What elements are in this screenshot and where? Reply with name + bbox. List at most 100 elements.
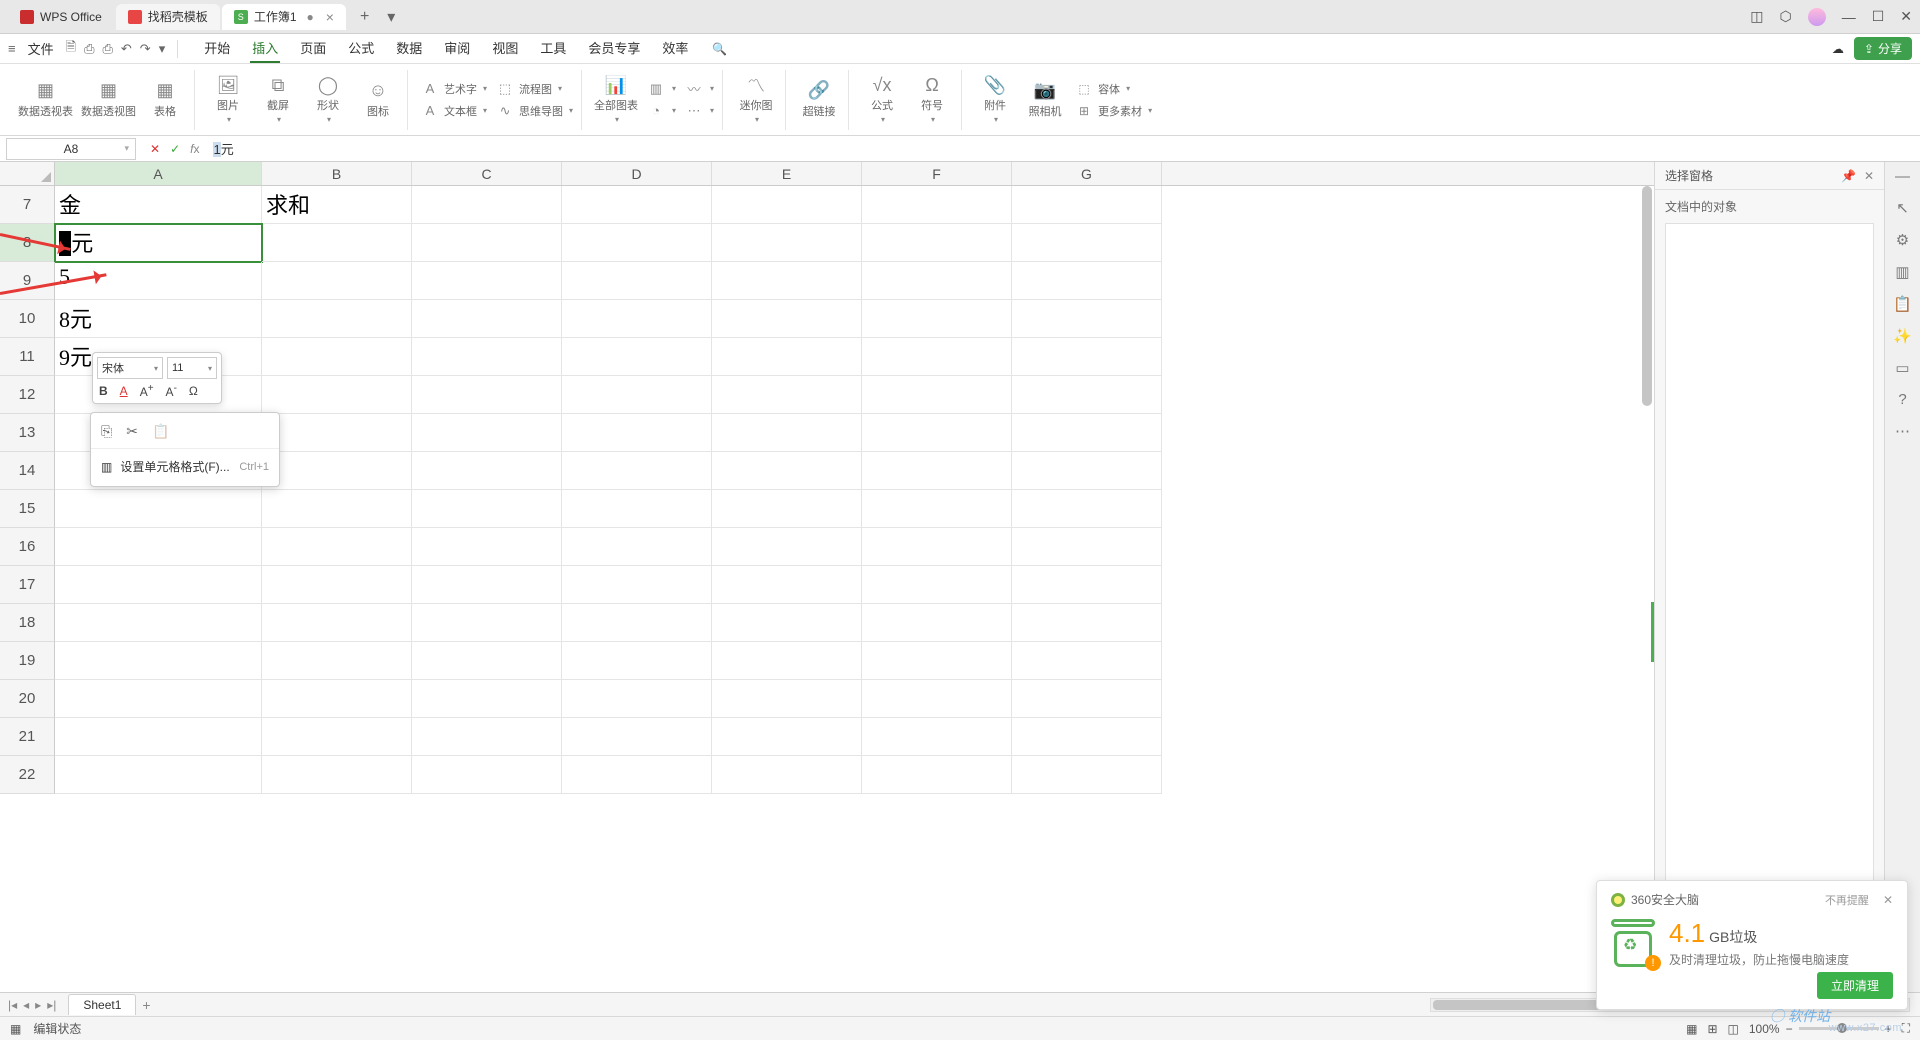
- mindmap-button[interactable]: ∿思维导图: [495, 101, 573, 121]
- confirm-edit-icon[interactable]: ✓: [170, 142, 180, 156]
- more-tool-icon[interactable]: ⋯: [1895, 422, 1910, 440]
- layout-icon[interactable]: ◫: [1750, 8, 1763, 25]
- camera-button[interactable]: 📷照相机: [1024, 81, 1066, 119]
- equation-button[interactable]: √x公式: [861, 75, 903, 124]
- pivot-table-button[interactable]: ▦数据透视表: [18, 81, 73, 119]
- copy-icon[interactable]: ⎘: [101, 423, 112, 440]
- cell-a10[interactable]: 8元: [55, 300, 262, 338]
- minimize-button[interactable]: —: [1842, 9, 1856, 25]
- object-button[interactable]: ⬚容体: [1074, 79, 1152, 99]
- cell-b7[interactable]: 求和: [262, 186, 412, 224]
- sheet-prev-icon[interactable]: ◂: [23, 998, 29, 1012]
- shapes-button[interactable]: ◯形状: [307, 75, 349, 124]
- col-header-e[interactable]: E: [712, 162, 862, 185]
- add-sheet-button[interactable]: +: [142, 997, 150, 1013]
- maximize-button[interactable]: ☐: [1872, 8, 1885, 25]
- chart-bar-icon[interactable]: ▥: [646, 79, 676, 99]
- sheet-first-icon[interactable]: |◂: [8, 998, 17, 1012]
- row-header[interactable]: 7: [0, 186, 55, 224]
- cell-a9[interactable]: 5: [55, 262, 262, 300]
- print-icon[interactable]: ⎙: [84, 41, 94, 57]
- popup-close-icon[interactable]: ✕: [1883, 893, 1893, 907]
- format-cells-item[interactable]: ▥ 设置单元格格式(F)... Ctrl+1: [91, 453, 279, 480]
- view-normal-icon[interactable]: ▦: [1686, 1022, 1697, 1036]
- tab-start[interactable]: 开始: [202, 34, 232, 63]
- col-header-a[interactable]: A: [55, 162, 262, 185]
- attachment-button[interactable]: 📎附件: [974, 75, 1016, 124]
- hyperlink-button[interactable]: 🔗超链接: [798, 81, 840, 119]
- font-color-button[interactable]: A: [118, 384, 130, 398]
- cube-icon[interactable]: ⬡: [1779, 8, 1791, 25]
- shrink-font-button[interactable]: A-: [164, 383, 179, 399]
- screenshot-button[interactable]: ⧉截屏: [257, 75, 299, 124]
- fullscreen-icon[interactable]: ⛶: [1902, 1021, 1910, 1036]
- tab-template[interactable]: 找稻壳模板: [116, 4, 220, 30]
- tab-view[interactable]: 视图: [490, 34, 520, 63]
- textbox-button[interactable]: A文本框: [420, 101, 487, 121]
- cancel-edit-icon[interactable]: ✕: [150, 142, 160, 156]
- tab-member[interactable]: 会员专享: [586, 34, 642, 63]
- tab-efficiency[interactable]: 效率: [660, 34, 690, 63]
- print-preview-icon[interactable]: ⎙: [102, 41, 112, 57]
- tab-wps-home[interactable]: WPS Office: [8, 4, 114, 30]
- pin-icon[interactable]: 📌: [1841, 169, 1856, 183]
- selection-pane-list[interactable]: [1665, 223, 1874, 992]
- all-charts-button[interactable]: 📊全部图表: [594, 75, 638, 124]
- name-box[interactable]: A8: [6, 138, 136, 160]
- view-page-icon[interactable]: ⊞: [1707, 1022, 1717, 1036]
- save-icon[interactable]: 🗎: [66, 38, 76, 60]
- settings-tool-icon[interactable]: ⚙: [1896, 231, 1909, 249]
- close-pane-icon[interactable]: ✕: [1864, 169, 1874, 183]
- col-header-b[interactable]: B: [262, 162, 412, 185]
- fx-icon[interactable]: fx: [190, 142, 199, 156]
- font-size-select[interactable]: 11: [167, 357, 217, 379]
- col-header-d[interactable]: D: [562, 162, 712, 185]
- tab-insert[interactable]: 插入: [250, 34, 280, 63]
- sheet-next-icon[interactable]: ▸: [35, 998, 41, 1012]
- col-header-c[interactable]: C: [412, 162, 562, 185]
- layers-tool-icon[interactable]: ▥: [1895, 263, 1909, 281]
- sheet-last-icon[interactable]: ▸|: [47, 998, 56, 1012]
- cell-a7[interactable]: 金: [55, 186, 262, 224]
- symbol-button[interactable]: Ω符号: [911, 75, 953, 124]
- picture-button[interactable]: 🖼图片: [207, 75, 249, 124]
- search-icon[interactable]: 🔍: [712, 42, 727, 56]
- formula-input[interactable]: 1元: [207, 139, 1920, 158]
- row-header[interactable]: 9: [0, 262, 55, 300]
- view-break-icon[interactable]: ◫: [1728, 1022, 1739, 1036]
- select-tool-icon[interactable]: ↖: [1896, 199, 1909, 217]
- chart-scatter-icon[interactable]: ⋯: [684, 101, 714, 121]
- close-button[interactable]: ✕: [1900, 8, 1912, 25]
- row-header[interactable]: 11: [0, 338, 55, 376]
- more-material-button[interactable]: ⊞更多素材: [1074, 101, 1152, 121]
- grid-icon[interactable]: ▦: [10, 1022, 21, 1036]
- menu-icon[interactable]: ≡: [8, 41, 16, 56]
- sheet-tab[interactable]: Sheet1: [68, 994, 136, 1015]
- user-avatar[interactable]: [1808, 8, 1826, 26]
- rect-tool-icon[interactable]: ▭: [1895, 359, 1909, 377]
- tab-formula[interactable]: 公式: [346, 34, 376, 63]
- sparkline-button[interactable]: 〽迷你图: [735, 75, 777, 124]
- tab-tools[interactable]: 工具: [538, 34, 568, 63]
- tab-menu-icon[interactable]: ▾: [381, 7, 401, 27]
- redo-icon[interactable]: ↷: [140, 41, 151, 57]
- icons-button[interactable]: ☺图标: [357, 81, 399, 119]
- share-button[interactable]: ⇪ 分享: [1854, 37, 1912, 60]
- grow-font-button[interactable]: A+: [138, 383, 156, 399]
- magic-tool-icon[interactable]: ✨: [1893, 327, 1912, 345]
- tab-page[interactable]: 页面: [298, 34, 328, 63]
- vertical-scrollbar[interactable]: [1640, 186, 1652, 990]
- tab-review[interactable]: 审阅: [442, 34, 472, 63]
- bold-button[interactable]: B: [97, 384, 110, 398]
- popup-noremind[interactable]: 不再提醒: [1825, 892, 1869, 908]
- mini-toolbar[interactable]: 宋体 11 B A A+ A- Ω: [92, 352, 222, 404]
- paste-icon[interactable]: 📋: [152, 423, 169, 440]
- table-button[interactable]: ▦表格: [144, 81, 186, 119]
- add-tab-button[interactable]: +: [354, 8, 375, 26]
- col-header-f[interactable]: F: [862, 162, 1012, 185]
- symbol-omega-button[interactable]: Ω: [187, 384, 200, 398]
- qat-dropdown-icon[interactable]: ▾: [159, 41, 166, 57]
- cut-icon[interactable]: ✂: [126, 423, 138, 440]
- cloud-icon[interactable]: ☁: [1832, 42, 1844, 56]
- tab-close-icon[interactable]: ×: [326, 9, 334, 25]
